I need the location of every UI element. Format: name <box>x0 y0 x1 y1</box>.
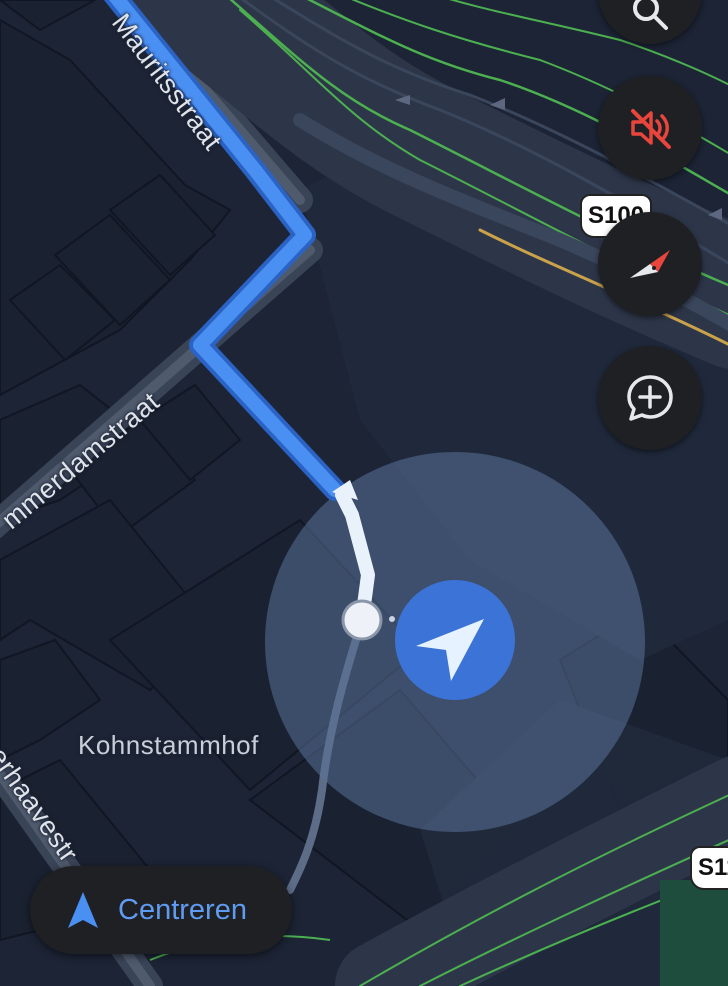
add-report-icon <box>627 375 673 421</box>
add-report-button[interactable] <box>598 346 702 450</box>
compass-button[interactable] <box>598 212 702 316</box>
search-icon <box>633 0 668 30</box>
map-view[interactable]: Kohnstammhof Mauritsstraat mmerdamstraat… <box>0 0 728 986</box>
recenter-button[interactable]: Centreren <box>30 866 292 954</box>
volume-off-icon <box>631 109 671 149</box>
place-label-kohnstammhof: Kohnstammhof <box>78 730 259 760</box>
location-puck <box>395 580 515 700</box>
start-dot <box>341 599 383 641</box>
mute-button[interactable] <box>598 76 702 180</box>
recenter-label: Centreren <box>118 893 247 926</box>
route-shield-s11: S11 <box>690 846 728 890</box>
compass-icon <box>630 250 670 278</box>
navigation-arrow-icon <box>68 892 98 928</box>
